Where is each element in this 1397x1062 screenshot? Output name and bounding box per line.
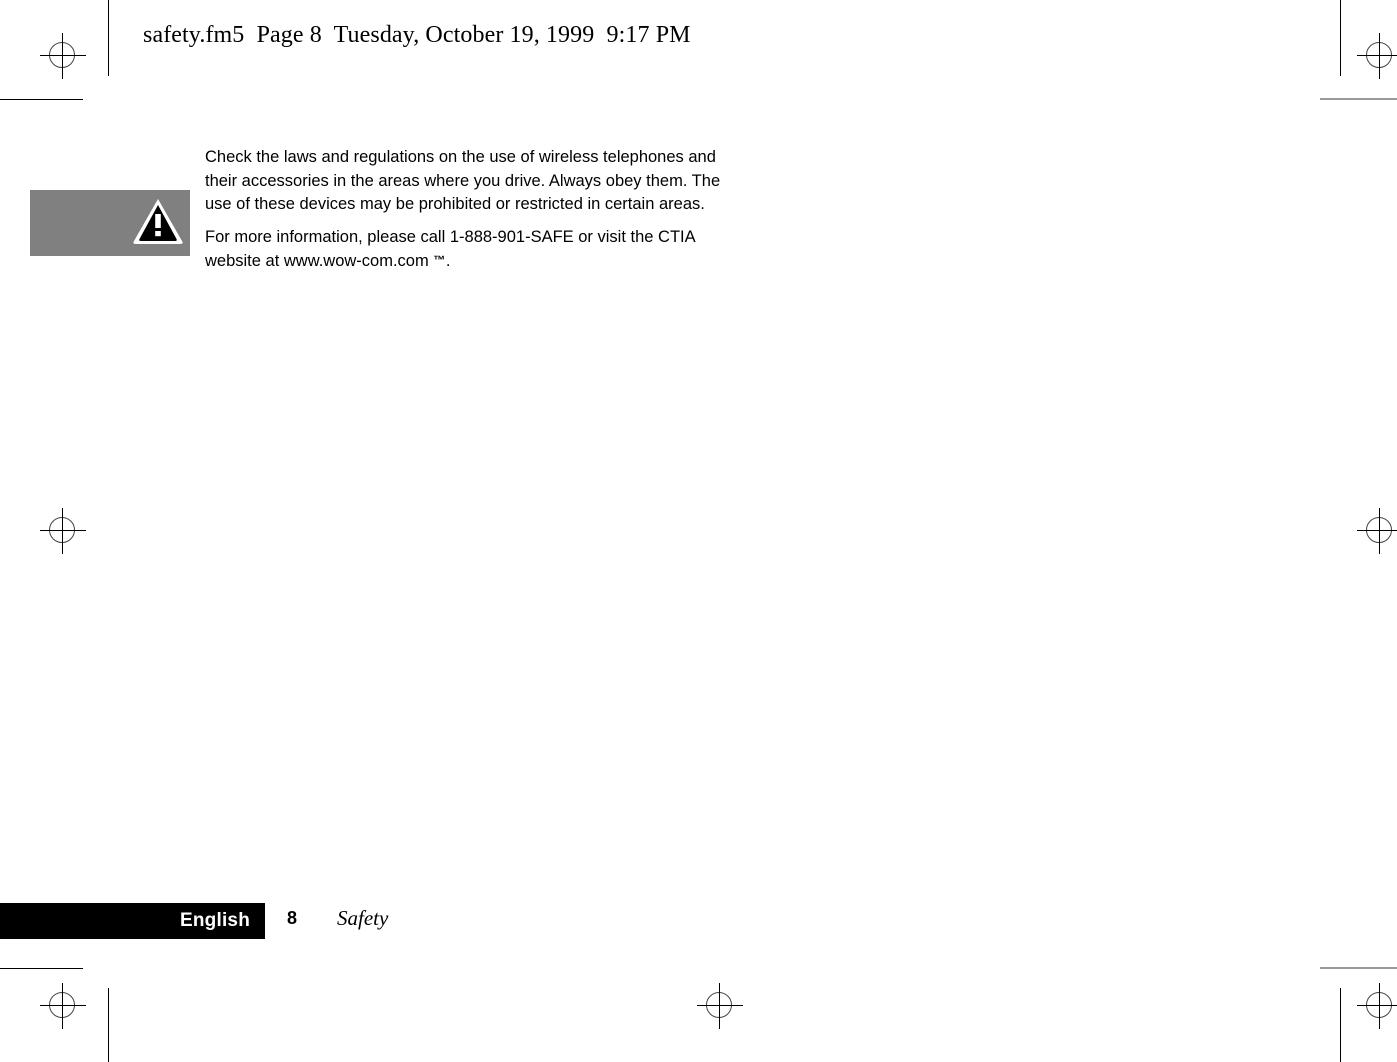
footer-page-number: 8: [287, 908, 298, 928]
footer-language-label: English: [179, 910, 250, 931]
registration-horizontal-line: [40, 530, 86, 531]
registration-crosshair-mark-middle-left: [40, 508, 86, 554]
note-paragraph-1: Check the laws and regulations on the us…: [205, 148, 721, 213]
registration-crosshair-mark-top-right: [1357, 33, 1397, 79]
note-body-copy: Check the laws and regulations on the us…: [205, 146, 733, 274]
crop-mark-line-top-left: [0, 99, 83, 100]
registration-vertical-line: [62, 983, 63, 1029]
warning-triangle-icon: [132, 197, 184, 245]
registration-horizontal-line: [40, 55, 86, 56]
registration-horizontal-line: [1357, 530, 1397, 531]
crop-mark-line-top-right: [1320, 98, 1397, 100]
registration-vertical-line: [62, 508, 63, 554]
footer-language-bar: English: [0, 903, 265, 939]
registration-horizontal-line: [40, 1005, 86, 1006]
registration-vertical-line: [1379, 33, 1380, 79]
trim-line-left-bottom: [108, 988, 109, 1062]
warning-note-block: [30, 190, 190, 256]
registration-vertical-line: [719, 983, 720, 1029]
trim-line-right-top: [1340, 0, 1341, 76]
registration-crosshair-mark-bottom-left: [40, 983, 86, 1029]
registration-crosshair-mark-top-left: [40, 33, 86, 79]
page-stamp: safety.fm5 Page 8 Tuesday, October 19, 1…: [143, 22, 691, 48]
registration-vertical-line: [1379, 508, 1380, 554]
trademark-icon: ™: [433, 253, 446, 267]
trim-line-left-top: [108, 0, 109, 76]
registration-horizontal-line: [1357, 55, 1397, 56]
registration-crosshair-mark-middle-right: [1357, 508, 1397, 554]
trim-line-right-bottom: [1340, 988, 1341, 1062]
registration-horizontal-line: [1357, 1005, 1397, 1006]
registration-horizontal-line: [697, 1005, 743, 1006]
note-paragraph-2-period: .: [445, 252, 451, 270]
registration-vertical-line: [1379, 983, 1380, 1029]
note-paragraph-2: For more information, please call 1-888-…: [205, 226, 733, 274]
registration-vertical-line: [62, 33, 63, 79]
crop-mark-line-bottom-right: [1320, 967, 1397, 969]
registration-crosshair-mark-bottom-right: [1357, 983, 1397, 1029]
footer-section-label: Safety: [337, 906, 389, 930]
crop-mark-line-bottom-left: [0, 968, 83, 969]
registration-crosshair-mark-bottom-center: [697, 983, 743, 1029]
